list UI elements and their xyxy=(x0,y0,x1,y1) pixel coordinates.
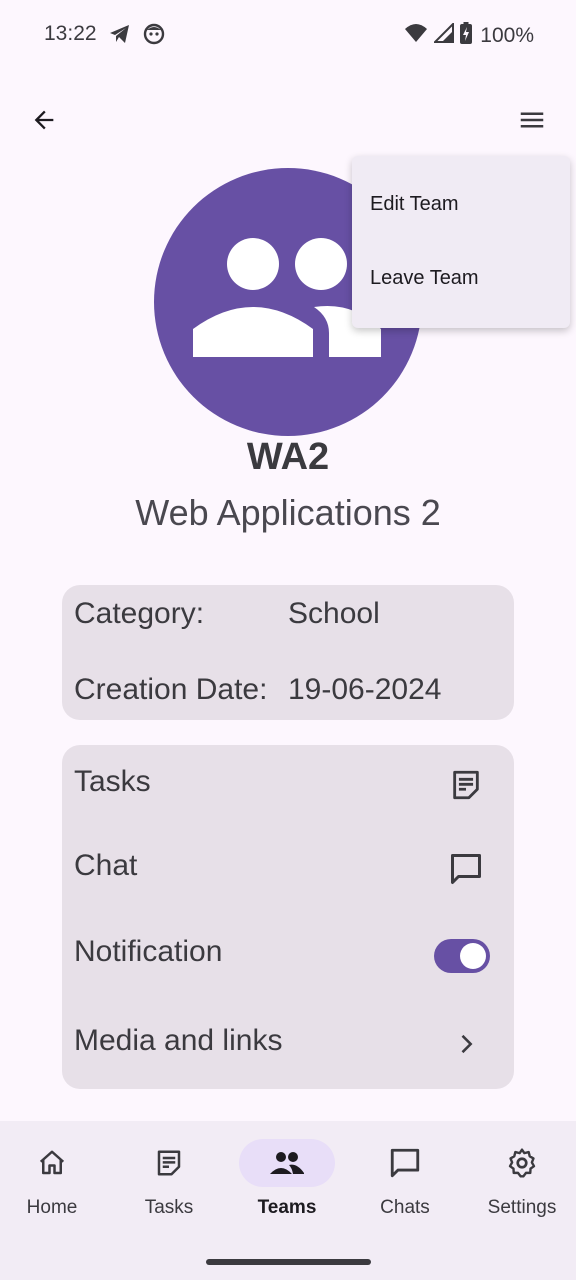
options-dropdown: Edit Team Leave Team xyxy=(352,156,570,328)
menu-button[interactable] xyxy=(510,98,554,142)
nav-label-home: Home xyxy=(26,1197,78,1218)
nav-label-settings: Settings xyxy=(487,1197,557,1218)
creation-date-label: Creation Date: xyxy=(74,673,268,706)
notification-toggle[interactable] xyxy=(434,939,490,973)
team-short-name: WA2 xyxy=(246,436,330,478)
menu-icon xyxy=(520,112,544,128)
signal-icon xyxy=(432,21,455,48)
chat-row[interactable]: Chat xyxy=(62,829,514,909)
notification-row: Notification xyxy=(62,915,514,995)
nav-label-chats: Chats xyxy=(380,1197,430,1218)
toggle-knob xyxy=(460,943,486,969)
creation-date-value: 19-06-2024 xyxy=(288,673,442,706)
category-label: Category: xyxy=(74,597,205,630)
tasks-label: Tasks xyxy=(74,765,151,798)
telegram-icon xyxy=(108,22,132,51)
media-links-row[interactable]: Media and links xyxy=(62,1004,514,1084)
chat-label: Chat xyxy=(74,849,138,882)
chevron-right-icon xyxy=(446,1024,486,1064)
back-button[interactable] xyxy=(22,98,66,142)
nav-label-tasks: Tasks xyxy=(144,1197,194,1218)
team-menu-card: Tasks Chat Notification Media and links xyxy=(62,745,514,1089)
app-notification-icon xyxy=(142,22,166,51)
chat-icon xyxy=(446,849,486,889)
nav-item-teams[interactable]: Teams xyxy=(228,1139,346,1249)
wifi-icon xyxy=(404,22,428,49)
teams-icon xyxy=(239,1139,335,1187)
team-full-name: Web Applications 2 xyxy=(135,492,441,533)
battery-icon xyxy=(460,22,473,49)
nav-item-home[interactable]: Home xyxy=(0,1139,111,1249)
tasks-icon xyxy=(121,1139,217,1187)
nav-item-chats[interactable]: Chats xyxy=(346,1139,464,1249)
gear-icon xyxy=(474,1139,570,1187)
nav-label-teams: Teams xyxy=(257,1197,317,1218)
media-links-label: Media and links xyxy=(74,1024,283,1057)
top-app-bar xyxy=(0,90,576,150)
home-indicator[interactable] xyxy=(206,1259,371,1265)
category-value: School xyxy=(288,597,380,630)
nav-item-settings[interactable]: Settings xyxy=(463,1139,576,1249)
status-bar: 13:22 100% xyxy=(0,0,576,72)
tasks-row[interactable]: Tasks xyxy=(62,745,514,825)
notification-label: Notification xyxy=(74,935,223,968)
leave-team-item[interactable]: Leave Team xyxy=(352,242,570,314)
edit-team-item[interactable]: Edit Team xyxy=(352,168,570,240)
arrow-back-icon xyxy=(34,110,54,130)
nav-item-tasks[interactable]: Tasks xyxy=(110,1139,228,1249)
team-info-card: Category: School Creation Date: 19-06-20… xyxy=(62,585,514,720)
home-icon xyxy=(4,1139,100,1187)
tasks-icon xyxy=(446,765,486,805)
chat-icon xyxy=(357,1139,453,1187)
bottom-navigation: Home Tasks Teams Chats Settings xyxy=(0,1121,576,1280)
battery-percentage: 100% xyxy=(480,23,534,47)
status-time: 13:22 xyxy=(44,22,97,45)
